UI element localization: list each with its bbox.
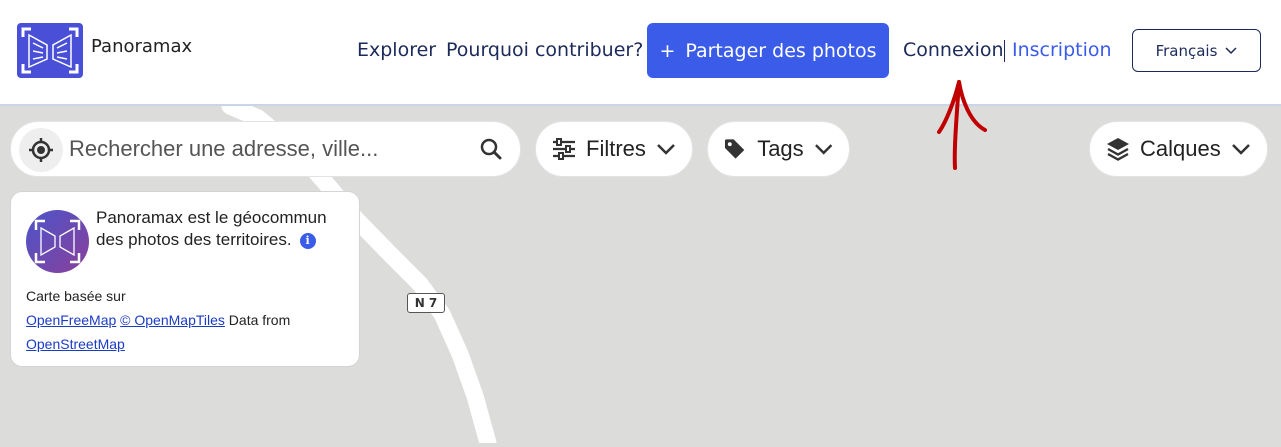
- login-link[interactable]: Connexion: [903, 39, 1004, 61]
- nav-separator: [1004, 40, 1005, 62]
- search-bar: Rechercher une adresse, ville...: [10, 121, 521, 177]
- road-label-n7: N 7: [407, 293, 445, 313]
- openstreetmap-link[interactable]: OpenStreetMap: [26, 336, 125, 352]
- share-photos-label: Partager des photos: [685, 39, 877, 62]
- tag-icon: [724, 139, 745, 159]
- layers-label: Calques: [1140, 136, 1221, 161]
- annotation-arrow: [937, 80, 987, 170]
- chevron-down-icon: [814, 144, 832, 155]
- about-title: Panoramax est le géocommun des photos de…: [96, 207, 346, 251]
- attribution-prefix: Carte basée sur: [26, 288, 126, 304]
- nav-explore-link[interactable]: Explorer: [357, 39, 436, 61]
- layers-button[interactable]: Calques: [1089, 121, 1268, 177]
- tags-button[interactable]: Tags: [707, 121, 850, 177]
- language-label: Français: [1155, 41, 1218, 60]
- info-icon[interactable]: i: [299, 232, 316, 249]
- about-card: Panoramax est le géocommun des photos de…: [10, 191, 360, 367]
- filters-button[interactable]: Filtres: [535, 121, 693, 177]
- language-select[interactable]: Français: [1132, 29, 1261, 72]
- chevron-down-icon: [657, 144, 675, 155]
- brand-name[interactable]: Panoramax: [91, 36, 192, 57]
- plus-icon: +: [659, 39, 676, 62]
- openfreemap-link[interactable]: OpenFreeMap: [26, 312, 116, 328]
- chevron-down-icon: [1225, 46, 1237, 54]
- share-photos-button[interactable]: + Partager des photos: [647, 23, 889, 78]
- layers-icon: [1107, 138, 1129, 161]
- data-from-text: Data from: [228, 312, 291, 328]
- filters-icon: [553, 138, 575, 160]
- filters-label: Filtres: [586, 136, 646, 161]
- top-navbar: Panoramax Explorer Pourquoi contribuer? …: [0, 0, 1281, 106]
- about-title-text: Panoramax est le géocommun des photos de…: [96, 208, 327, 249]
- signup-link[interactable]: Inscription: [1012, 39, 1112, 61]
- chevron-down-icon: [1231, 144, 1250, 155]
- search-icon[interactable]: [480, 138, 502, 160]
- search-input[interactable]: Rechercher une adresse, ville...: [69, 136, 378, 162]
- locate-button[interactable]: [19, 128, 63, 172]
- map-attribution: Carte basée sur OpenFreeMap © OpenMapTil…: [26, 284, 346, 356]
- tags-label: Tags: [757, 136, 804, 161]
- panoramax-logo-icon: [26, 210, 89, 273]
- openmaptiles-link[interactable]: © OpenMapTiles: [120, 312, 225, 328]
- panoramax-logo-icon[interactable]: [17, 23, 83, 78]
- nav-why-contribute-link[interactable]: Pourquoi contribuer?: [446, 39, 643, 61]
- locate-icon: [29, 138, 53, 162]
